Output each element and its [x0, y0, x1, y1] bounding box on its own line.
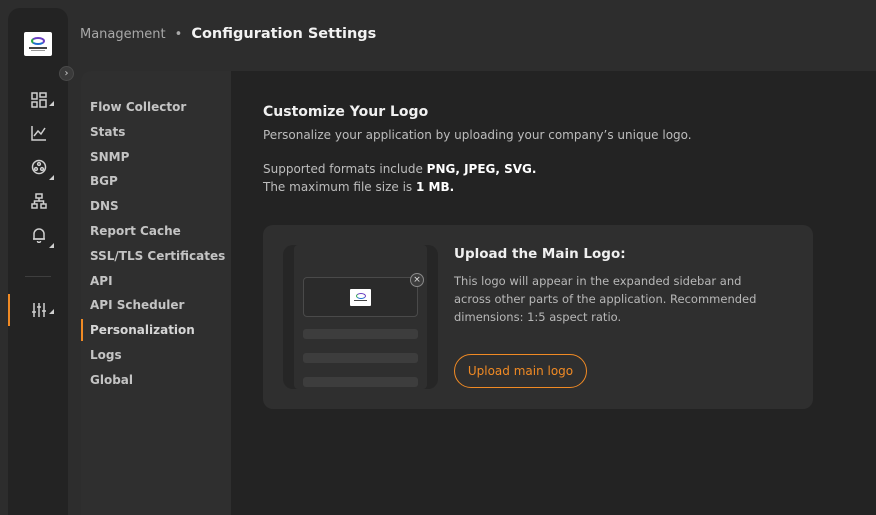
formats-prefix: Supported formats include: [263, 162, 427, 176]
subnav-item-flow-collector[interactable]: Flow Collector: [81, 96, 231, 118]
dashboard-expand-caret: [49, 101, 54, 106]
rail-active-indicator: [8, 294, 10, 326]
supported-formats: Supported formats include PNG, JPEG, SVG…: [263, 162, 536, 176]
section-title: Customize Your Logo: [263, 104, 429, 120]
subnav-item-global[interactable]: Global: [81, 369, 231, 391]
logo-preview: ×: [283, 245, 438, 389]
subnav-item-dns[interactable]: DNS: [81, 195, 231, 217]
upload-main-logo-button[interactable]: Upload main logo: [454, 354, 587, 388]
placeholder-bar: [303, 329, 418, 339]
icon-rail: [8, 8, 68, 515]
subnav-item-stats[interactable]: Stats: [81, 121, 231, 143]
bell-expand-caret: [49, 243, 54, 248]
settings-expand-caret: [49, 309, 54, 314]
subnav-item-snmp[interactable]: SNMP: [81, 146, 231, 168]
rail-divider: [25, 276, 51, 277]
subnav-item-report-cache[interactable]: Report Cache: [81, 220, 231, 242]
breadcrumb-separator: •: [174, 26, 183, 42]
current-logo-image: [350, 288, 371, 306]
current-logo-box: [303, 277, 418, 317]
network-expand-caret: [49, 175, 54, 180]
section-description: Personalize your application by uploadin…: [263, 128, 692, 142]
breadcrumb: Management • Configuration Settings: [80, 26, 376, 42]
subnav-item-api-scheduler[interactable]: API Scheduler: [81, 294, 231, 316]
size-prefix: The maximum file size is: [263, 180, 416, 194]
card-title: Upload the Main Logo:: [454, 246, 626, 262]
formats-value: PNG, JPEG, SVG.: [426, 162, 537, 176]
topology-icon[interactable]: [30, 192, 48, 210]
subnav-item-bgp[interactable]: BGP: [81, 170, 231, 192]
page-title: Configuration Settings: [191, 26, 377, 42]
subnav-item-logs[interactable]: Logs: [81, 344, 231, 366]
main-panel: Customize Your Logo Personalize your app…: [231, 71, 876, 515]
size-value: 1 MB.: [415, 180, 455, 194]
chevron-right-icon[interactable]: ›: [59, 66, 74, 81]
card-description: This logo will appear in the expanded si…: [454, 274, 757, 324]
subnav-item-ssl-tls-certificates[interactable]: SSL/TLS Certificates: [81, 245, 231, 267]
remove-logo-button[interactable]: ×: [410, 273, 424, 287]
sliders-icon[interactable]: [30, 301, 48, 319]
breadcrumb-parent[interactable]: Management: [80, 27, 166, 42]
subnav-item-api[interactable]: API: [81, 270, 231, 292]
chart-icon[interactable]: [30, 124, 48, 142]
placeholder-bar: [303, 377, 418, 387]
company-logo[interactable]: [24, 32, 52, 56]
max-file-size: The maximum file size is 1 MB.: [263, 180, 454, 194]
sidebar-mockup: ×: [294, 245, 427, 389]
bell-icon[interactable]: [30, 226, 48, 244]
subnav-item-personalization[interactable]: Personalization: [81, 319, 231, 341]
upload-main-logo-card: × Upload the Main Logo: This logo will a…: [263, 225, 813, 409]
placeholder-bar: [303, 353, 418, 363]
network-icon[interactable]: [30, 158, 48, 176]
settings-subnav: Flow Collector Stats SNMP BGP DNS Report…: [81, 71, 231, 515]
dashboard-icon[interactable]: [30, 91, 48, 109]
